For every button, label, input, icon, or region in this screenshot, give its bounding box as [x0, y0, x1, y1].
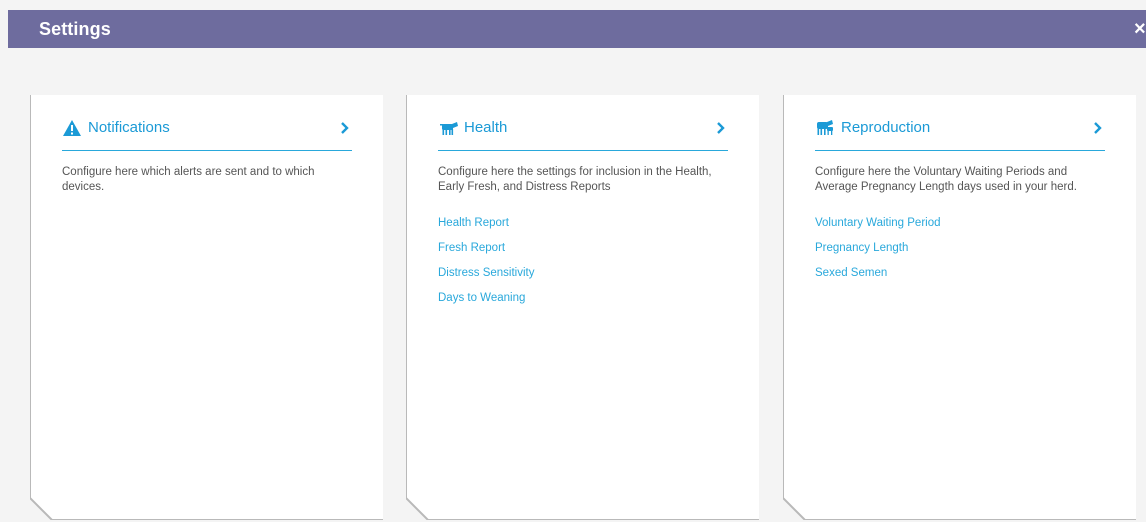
reproduction-card: Reproduction Configure here the Voluntar… — [783, 95, 1136, 520]
card-title-health: Health — [464, 119, 508, 136]
health-card-header[interactable]: Health — [438, 117, 728, 151]
distress-sensitivity-link[interactable]: Distress Sensitivity — [438, 266, 535, 281]
card-title-reproduction: Reproduction — [841, 119, 931, 136]
sexed-semen-link[interactable]: Sexed Semen — [815, 266, 941, 281]
reproduction-links: Voluntary Waiting Period Pregnancy Lengt… — [815, 216, 941, 291]
cow-icon — [440, 122, 458, 135]
reproduction-card-header[interactable]: Reproduction — [815, 117, 1105, 151]
card-background — [30, 95, 383, 520]
close-button[interactable]: × — [1134, 18, 1146, 40]
warning-icon — [63, 120, 81, 136]
card-description: Configure here the settings for inclusio… — [438, 166, 712, 193]
fresh-report-link[interactable]: Fresh Report — [438, 241, 535, 256]
settings-header: Settings × — [8, 10, 1146, 48]
health-links: Health Report Fresh Report Distress Sens… — [438, 216, 535, 316]
notifications-card-header[interactable]: Notifications — [62, 117, 352, 151]
health-card: Health Configure here the settings for i… — [406, 95, 759, 520]
card-description: Configure here the Voluntary Waiting Per… — [815, 166, 1077, 193]
card-description: Configure here which alerts are sent and… — [62, 166, 315, 193]
card-background — [783, 95, 1136, 520]
notifications-card: Notifications Configure here which alert… — [30, 95, 383, 520]
chevron-right-icon[interactable] — [1093, 121, 1103, 135]
health-report-link[interactable]: Health Report — [438, 216, 535, 231]
chevron-right-icon[interactable] — [716, 121, 726, 135]
voluntary-waiting-period-link[interactable]: Voluntary Waiting Period — [815, 216, 941, 231]
page-title: Settings — [39, 19, 111, 39]
card-title-notifications: Notifications — [88, 119, 170, 136]
cow-calf-icon — [817, 120, 833, 135]
chevron-right-icon[interactable] — [340, 121, 350, 135]
days-to-weaning-link[interactable]: Days to Weaning — [438, 291, 535, 306]
pregnancy-length-link[interactable]: Pregnancy Length — [815, 241, 941, 256]
